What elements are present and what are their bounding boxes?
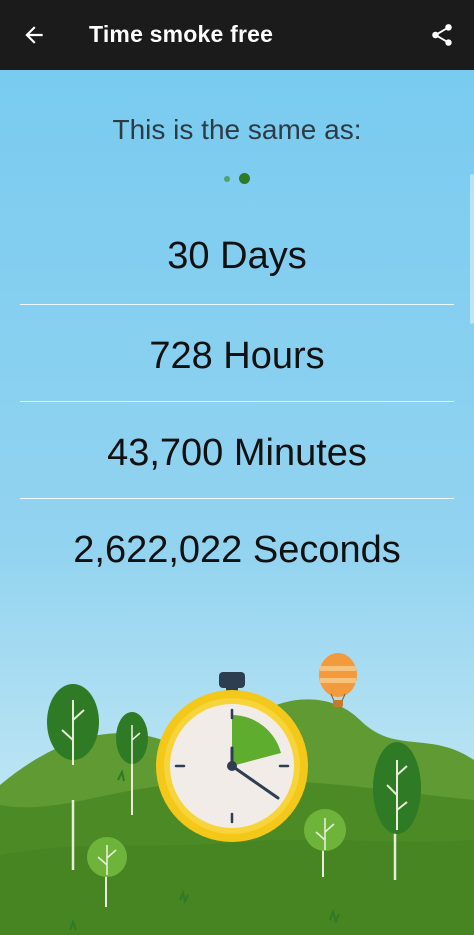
divider <box>20 401 454 402</box>
stopwatch-icon <box>156 672 308 842</box>
stat-seconds: 2,622,022 Seconds <box>73 529 401 571</box>
stat-hours: 728 Hours <box>149 335 325 377</box>
share-icon <box>432 24 452 46</box>
divider <box>20 304 454 305</box>
page-dot[interactable] <box>224 175 230 182</box>
back-button[interactable] <box>14 17 54 53</box>
stat-days: 30 Days <box>167 235 307 277</box>
arrow-left-icon <box>25 26 43 44</box>
content-area[interactable]: This is the same as: 30 Days 728 Hours 4… <box>0 70 474 935</box>
app-bar: Time smoke free <box>0 0 474 70</box>
nature-illustration <box>0 653 474 935</box>
page-indicator[interactable] <box>0 173 474 184</box>
hot-air-balloon-icon <box>319 653 357 707</box>
stat-minutes: 43,700 Minutes <box>107 432 367 474</box>
page-title: Time smoke free <box>89 21 274 47</box>
share-button[interactable] <box>422 16 462 54</box>
page-dot-active[interactable] <box>239 173 250 184</box>
equivalence-heading: This is the same as: <box>112 114 362 145</box>
divider <box>20 498 454 499</box>
